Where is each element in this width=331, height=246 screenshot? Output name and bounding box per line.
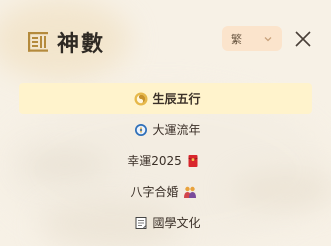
- brand-logo[interactable]: 神數: [27, 26, 105, 58]
- header: 神數 繁: [0, 0, 331, 78]
- close-icon[interactable]: [293, 29, 313, 49]
- menu-item-label: 幸運2025: [127, 154, 182, 168]
- scroll-document-icon: [136, 216, 148, 229]
- chevron-down-icon: [264, 36, 272, 41]
- red-envelope-icon: [188, 154, 198, 167]
- menu-item-label: 大運流年: [152, 123, 201, 137]
- menu-item-label: 國學文化: [152, 216, 201, 230]
- language-selector[interactable]: 繁: [222, 26, 282, 51]
- language-selected: 繁: [231, 32, 242, 46]
- menu-item-lucky-2025[interactable]: 幸運2025: [19, 145, 312, 176]
- menu-item-label: 八字合婚: [130, 185, 179, 199]
- seal-logo-icon: [28, 32, 48, 52]
- yin-yang-icon: [134, 92, 148, 105]
- nav-menu: 生辰五行 大運流年 幸運2025 八字合婚 國學文化: [19, 83, 312, 238]
- compass-icon: [135, 123, 148, 136]
- menu-item-birth-five-elements[interactable]: 生辰五行: [19, 83, 312, 114]
- menu-item-fortune-years[interactable]: 大運流年: [19, 114, 312, 145]
- couple-icon: [183, 186, 196, 198]
- menu-item-label: 生辰五行: [152, 92, 201, 106]
- menu-item-marriage-match[interactable]: 八字合婚: [19, 176, 312, 207]
- menu-item-chinese-culture[interactable]: 國學文化: [19, 207, 312, 238]
- brand-name: 神數: [57, 31, 106, 57]
